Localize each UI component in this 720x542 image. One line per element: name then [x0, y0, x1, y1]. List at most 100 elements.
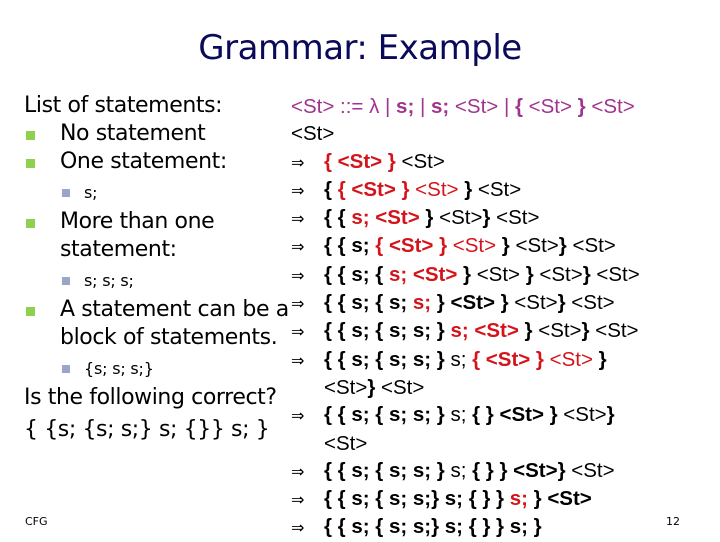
highlighted-segment: { <St> } — [337, 177, 410, 201]
derivation-segment: } — [592, 347, 607, 371]
derivation-step: ⇒ { { s; { s; <St> } <St> } <St>} <St> — [291, 261, 716, 289]
rule-open-brace: { — [514, 95, 523, 118]
derivation-step: ⇒ { { s; { s; s; } s; <St> } <St>} <St> — [291, 317, 716, 345]
derivation-segment: { { s; { s; s; } — [324, 403, 451, 427]
derivation-segment: <St> — [538, 319, 582, 343]
derivation-segment: <St> — [439, 206, 483, 230]
sub-bullet-more-than-one: s; s; s; — [24, 270, 289, 292]
derivation-segment: { { s; — [324, 234, 376, 258]
derivation-segment: <St> — [476, 262, 521, 286]
derivation-step: ⇒ { { s; <St> } <St>} <St> — [291, 204, 716, 232]
derivation-segment: <St> — [539, 262, 583, 286]
bullet-one-statement: One statement: — [24, 148, 289, 176]
sub-bullet-text: s; — [84, 183, 98, 202]
derivation-step: ⇒ { <St> } <St> — [291, 148, 716, 176]
derivation-segment: } — [581, 319, 596, 343]
derivation-segment: <St> — [477, 177, 522, 201]
derivation-segment: <St> — [595, 319, 639, 343]
derivation-segment: { { s; { s; s;} s; { } } — [324, 487, 510, 511]
derivation-segment: } — [582, 262, 597, 286]
derivation-segment: { } <St> } — [472, 403, 564, 427]
derivation-segment: { } } <St>} — [472, 458, 572, 482]
derives-arrow-icon: ⇒ — [291, 180, 305, 200]
derivation-segment: } — [520, 262, 540, 286]
derivation-step: ⇒ { { s; { s; s; } s; { } <St> } <St>} — [291, 401, 716, 429]
grammar-rule: <St> ::= λ | s; | s; <St> | { <St> } <St… — [291, 93, 716, 120]
derivation-segment: <St> — [571, 291, 615, 315]
derivation-step: ⇒ { { s; { <St> } <St> } <St>} <St> — [291, 232, 716, 260]
sub-bullet-text: {s; s; s;} — [84, 359, 154, 378]
derivation-segment: s; — [450, 458, 473, 482]
rule-separator: | — [414, 95, 431, 118]
derivation-segment: <St> — [572, 234, 616, 258]
derivation-step-continuation: <St> — [291, 430, 716, 457]
derivation-segment: { { s; { s; s; } — [324, 458, 451, 482]
derivation-segment: { { — [324, 206, 352, 230]
highlighted-segment: { <St> } — [375, 234, 448, 258]
derivation-segment: <St> — [395, 149, 445, 173]
derivation-segment: <St> — [324, 431, 368, 455]
example-string: { {s; {s; s;} s; {}} s; } — [24, 417, 270, 442]
derivation-segment: } — [606, 403, 615, 427]
derives-arrow-icon: ⇒ — [291, 209, 305, 229]
rule-alt-st: <St> — [585, 95, 635, 118]
derivation-start: <St> — [291, 122, 335, 146]
derivation-segment: <St> — [324, 375, 368, 399]
derives-arrow-icon: ⇒ — [291, 406, 305, 426]
derivation-segment: <St> — [515, 234, 559, 258]
bullet-more-than-one: More than one statement: — [24, 208, 289, 264]
derivation-segment: { { s; { s; — [324, 291, 413, 315]
highlighted-segment: s; <St> — [351, 206, 420, 230]
bullet-text: No statement — [60, 121, 206, 146]
highlighted-segment: { <St> } — [472, 347, 544, 371]
highlighted-segment: s; — [509, 487, 528, 511]
derivation-segment: { { s; { s; s; } — [324, 319, 451, 343]
lambda-symbol: λ — [369, 95, 380, 118]
highlighted-segment: <St> — [447, 234, 497, 258]
derivation-segment: <St> — [563, 403, 607, 427]
square-bullet-icon — [26, 131, 35, 140]
derivation-segment: <St> — [496, 206, 540, 230]
derivation-step: ⇒ { { <St> } <St> } <St> — [291, 176, 716, 204]
derivation-segment: <St> — [571, 458, 615, 482]
bullet-text: More than one statement: — [60, 209, 215, 262]
derivation-segment: } — [518, 319, 539, 343]
bullet-no-statement: No statement — [24, 120, 289, 148]
derivation-segment: <St> — [514, 291, 558, 315]
derivation-segment: } — [558, 234, 573, 258]
derivation-segment: <St> — [381, 375, 425, 399]
derivation-segment: } — [367, 375, 381, 399]
derivation-segment: { { s; { s; s;} s; { } } s; } — [324, 515, 542, 539]
derivation-segment: s; — [450, 403, 473, 427]
derivation-segment: } <St> — [527, 487, 592, 511]
sub-bullet-block: {s; s; s;} — [24, 358, 289, 380]
derivation-segment: } — [419, 206, 440, 230]
derivation-step: ⇒ { { s; { s; s; } <St> } <St>} <St> — [291, 289, 716, 317]
derivation-segment: { — [324, 177, 338, 201]
derives-arrow-icon: ⇒ — [291, 322, 305, 342]
highlighted-segment: s; <St> — [388, 262, 458, 286]
rule-alt-s: s; — [431, 95, 450, 118]
derivation-column: <St> ::= λ | s; | s; <St> | { <St> } <St… — [291, 93, 716, 542]
derivation-step: ⇒ { { s; { s; s; } s; { } } <St>} <St> — [291, 457, 716, 485]
rule-close-brace: } — [577, 95, 586, 118]
derivation-step-continuation: <St>} <St> — [291, 374, 716, 401]
derives-arrow-icon: ⇒ — [291, 461, 305, 481]
derivation-step: ⇒ { { s; { s; s; } s; { <St> } <St> } — [291, 346, 716, 374]
derives-arrow-icon: ⇒ — [291, 152, 305, 172]
derives-arrow-icon: ⇒ — [291, 518, 305, 538]
rule-separator: | — [379, 95, 397, 118]
bullet-block: A statement can be a block of statements… — [24, 296, 289, 352]
derivation-segment: } — [458, 177, 478, 201]
derives-arrow-icon: ⇒ — [291, 294, 305, 314]
bullet-text: One statement: — [60, 149, 227, 174]
square-bullet-icon — [26, 307, 35, 316]
derivation-segment: { { s; { s; s; } — [324, 347, 451, 371]
list-heading: List of statements: — [24, 93, 223, 118]
derivation-segment: { { s; { — [324, 262, 389, 286]
footer-label: CFG — [25, 515, 48, 528]
square-bullet-icon — [62, 277, 70, 285]
derives-arrow-icon: ⇒ — [291, 490, 305, 510]
derivation-step: ⇒ { { s; { s; s;} s; { } } s; } <St> — [291, 485, 716, 513]
square-bullet-icon — [62, 365, 70, 373]
